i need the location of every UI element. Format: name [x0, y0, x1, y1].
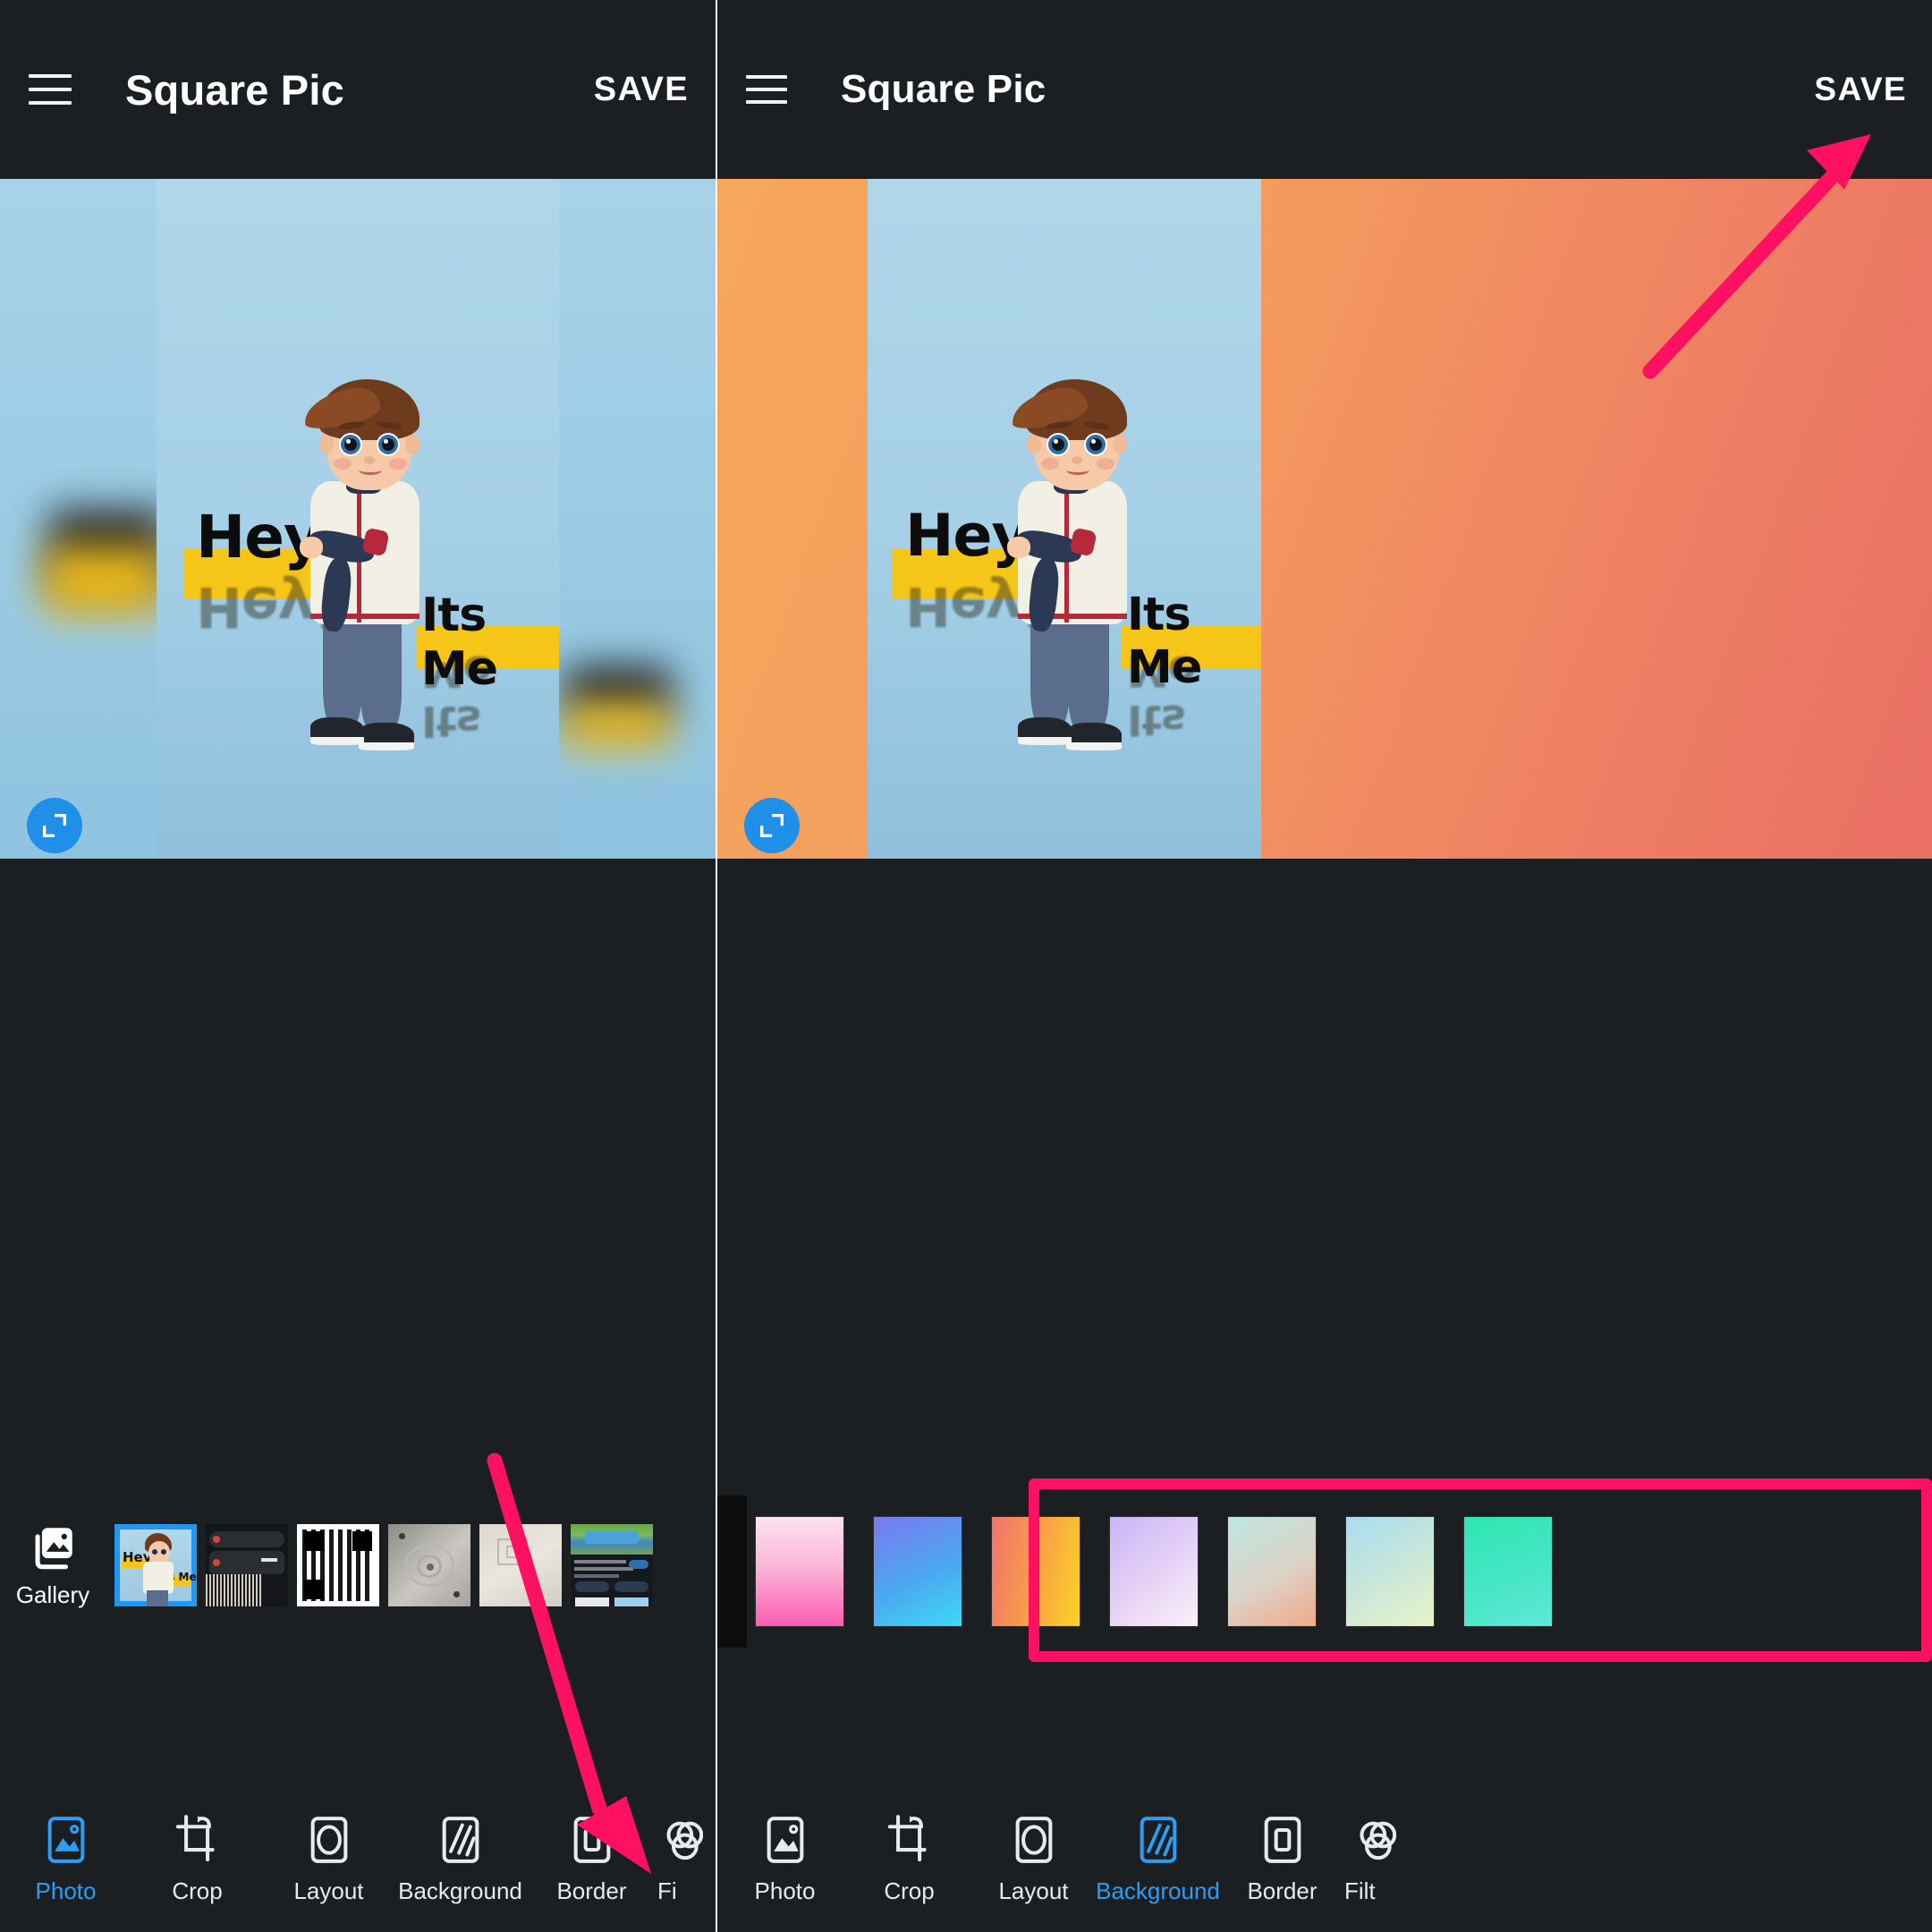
- left-app-bar: Square Pic SAVE: [0, 0, 716, 179]
- photo-icon: [762, 1812, 809, 1868]
- border-icon: [1259, 1812, 1306, 1868]
- swatch-strip-highlight-box: [1029, 1479, 1932, 1662]
- toolbar-label-layout: Layout: [998, 1877, 1069, 1904]
- toolbar-label-background: Background: [398, 1877, 522, 1904]
- toolbar-item-crop[interactable]: Crop: [131, 1812, 263, 1905]
- crop-icon: [886, 1812, 933, 1868]
- right-app-bar: Square Pic SAVE: [716, 0, 1932, 179]
- swatch-pink-gradient[interactable]: [756, 1517, 843, 1626]
- hamburger-menu-icon[interactable]: [746, 75, 787, 104]
- toolbar-label-border: Border: [1247, 1877, 1318, 1904]
- thumbnail-ceiling-fixture-photo[interactable]: [388, 1524, 470, 1606]
- toolbar-label-background: Background: [1096, 1877, 1220, 1904]
- toolbar-label-crop: Crop: [172, 1877, 223, 1904]
- photo-icon: [43, 1812, 89, 1868]
- save-button[interactable]: SAVE: [1814, 71, 1907, 108]
- screenshot-stage: Square Pic SAVE Hey! Hey! Its Me Its Me …: [0, 0, 1932, 1932]
- toolbar-item-layout[interactable]: Layout: [263, 1812, 394, 1905]
- background-icon: [1135, 1812, 1182, 1868]
- expand-canvas-button[interactable]: [744, 798, 800, 853]
- toolbar-label-filter: Filt: [1344, 1877, 1376, 1904]
- boy-character-illustration: [264, 367, 470, 778]
- panel-divider: [716, 0, 717, 1932]
- boy-character-illustration: [971, 367, 1177, 778]
- border-icon: [569, 1812, 615, 1868]
- toolbar-item-filter[interactable]: Filt: [1344, 1812, 1416, 1905]
- expand-canvas-button[interactable]: [27, 798, 82, 853]
- toolbar-item-border[interactable]: Border: [1220, 1812, 1344, 1905]
- toolbar-item-background[interactable]: Background: [1096, 1812, 1220, 1905]
- strip-edge-shadow: [716, 1496, 747, 1648]
- toolbar-item-filter[interactable]: Fi: [657, 1812, 716, 1905]
- page-title: Square Pic: [841, 67, 1046, 111]
- thumbnail-social-post-screenshot[interactable]: [571, 1524, 653, 1606]
- thumbnail-dark-audio-screenshot[interactable]: [206, 1524, 288, 1606]
- toolbar-item-layout[interactable]: Layout: [971, 1812, 1096, 1905]
- toolbar-item-border[interactable]: Border: [526, 1812, 657, 1905]
- toolbar-item-background[interactable]: Background: [394, 1812, 526, 1905]
- left-bottom-toolbar[interactable]: Photo Crop Layout Background Border Fi: [0, 1789, 716, 1932]
- left-gallery-strip[interactable]: Gallery Hey! Its Me: [0, 1503, 716, 1628]
- page-title: Square Pic: [125, 65, 344, 114]
- right-bottom-toolbar[interactable]: Photo Crop Layout Background Border Filt: [716, 1789, 1932, 1932]
- expand-icon: [42, 813, 67, 838]
- filter-icon: [664, 1812, 710, 1868]
- toolbar-label-layout: Layout: [293, 1877, 364, 1904]
- left-screen-panel: Square Pic SAVE Hey! Hey! Its Me Its Me …: [0, 0, 716, 1932]
- expand-icon: [759, 813, 784, 838]
- swatch-blue-violet-gradient[interactable]: [874, 1517, 962, 1626]
- thumbnail-qr-code[interactable]: [297, 1524, 379, 1606]
- gallery-button[interactable]: Gallery: [0, 1521, 106, 1609]
- toolbar-item-crop[interactable]: Crop: [847, 1812, 971, 1905]
- layout-icon: [1011, 1812, 1057, 1868]
- thumbnail-boy-hey-its-me[interactable]: Hey! Its Me: [114, 1524, 197, 1606]
- toolbar-label-crop: Crop: [884, 1877, 935, 1904]
- thumbnail-paper-texture-photo[interactable]: [479, 1524, 562, 1606]
- right-inner-photo: Hey! Hey! Its Me Its Me: [868, 179, 1261, 859]
- toolbar-item-photo[interactable]: Photo: [723, 1812, 847, 1905]
- background-icon: [437, 1812, 484, 1868]
- toolbar-label-photo: Photo: [35, 1877, 97, 1904]
- toolbar-label-photo: Photo: [754, 1877, 816, 1904]
- layout-icon: [306, 1812, 352, 1868]
- gallery-label: Gallery: [15, 1581, 90, 1608]
- filter-icon: [1357, 1812, 1403, 1868]
- toolbar-item-photo[interactable]: Photo: [0, 1812, 131, 1905]
- left-photo-canvas[interactable]: Hey! Hey! Its Me Its Me: [0, 179, 716, 859]
- gallery-icon: [35, 1528, 72, 1570]
- right-photo-canvas[interactable]: Hey! Hey! Its Me Its Me: [716, 179, 1932, 859]
- toolbar-label-filter: Fi: [657, 1877, 677, 1904]
- toolbar-label-border: Border: [556, 1877, 627, 1904]
- crop-icon: [174, 1812, 221, 1868]
- hamburger-menu-icon[interactable]: [29, 74, 72, 105]
- left-inner-photo: Hey! Hey! Its Me Its Me: [157, 179, 559, 859]
- save-button[interactable]: SAVE: [594, 71, 689, 109]
